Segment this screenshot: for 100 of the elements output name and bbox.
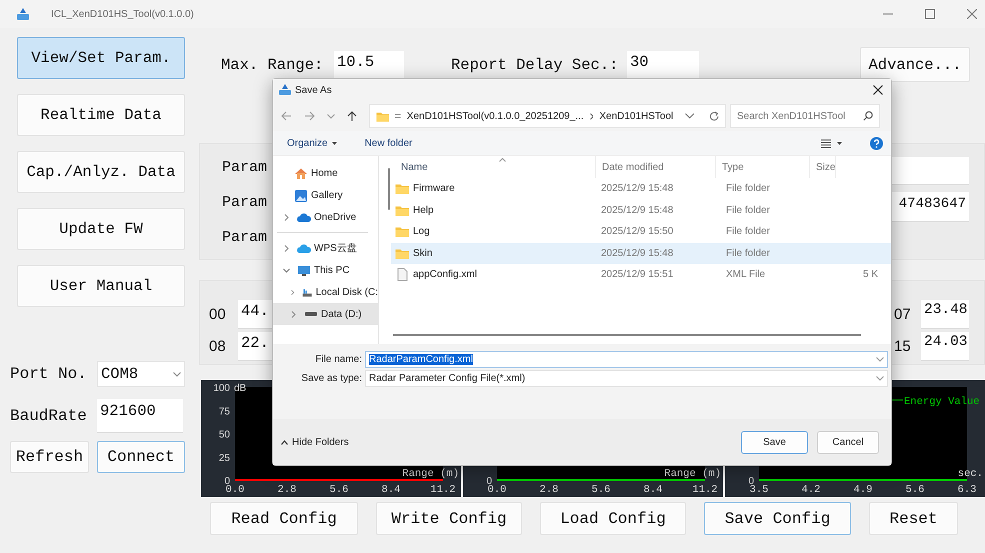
bin-index: 00	[209, 306, 227, 323]
view-list-icon	[821, 138, 831, 148]
axis-tick-label: 8.4	[382, 484, 400, 496]
energy-field[interactable]: 23.48	[921, 300, 969, 329]
axis-tick-label: 5.6	[906, 484, 924, 496]
refresh-icon	[708, 110, 719, 122]
file-name: Skin	[413, 248, 432, 259]
column-header[interactable]: Type	[716, 156, 810, 178]
port-label: Port No.	[10, 365, 88, 383]
dialog-button[interactable]: Cancel	[817, 430, 879, 454]
folder-icon	[376, 110, 390, 122]
param-field[interactable]	[891, 157, 969, 185]
nav-button[interactable]: View/Set Param.	[17, 37, 185, 79]
home-icon	[294, 166, 308, 180]
axis-tick-label: 5.6	[592, 484, 610, 496]
folder-tree-item[interactable]: Local Disk (C:	[273, 281, 378, 303]
chevron-up-icon	[281, 440, 288, 444]
cloud-icon	[297, 242, 311, 254]
search-icon	[863, 111, 873, 121]
chevron-down-icon	[876, 356, 884, 362]
column-header[interactable]: Name	[391, 156, 596, 178]
hide-folders-button[interactable]: Hide Folders	[281, 436, 349, 448]
config-button[interactable]: Save Config	[704, 502, 851, 535]
file-date: 2025/12/9 15:48	[601, 248, 674, 259]
file-date: 2025/12/9 15:50	[601, 226, 674, 238]
chevron-down-icon	[173, 372, 181, 376]
file-name: Log	[413, 226, 430, 238]
file-name-field[interactable]: RadarParamConfig.xml	[365, 350, 888, 368]
connection-button[interactable]: Connect	[97, 441, 185, 473]
file-row[interactable]: Log 2025/12/9 15:50 File folder	[391, 221, 891, 242]
save-type-dropdown[interactable]: Radar Parameter Config File(*.xml)	[365, 370, 888, 386]
file-type: File folder	[726, 226, 771, 238]
axis-tick-label: 75	[218, 406, 230, 418]
report-delay-field[interactable]: 30	[627, 50, 699, 78]
breadcrumb[interactable]: XenD101HSTool(v0.1.0.0_20251209_...	[406, 110, 584, 122]
file-row[interactable]: Help 2025/12/9 15:48 File folder	[391, 200, 891, 221]
axis-tick-label: 4.9	[854, 484, 872, 496]
energy-field[interactable]: 24.03	[921, 332, 969, 361]
axis-tick-label: 2.8	[540, 484, 558, 496]
folder-tree-item[interactable]: This PC	[273, 259, 378, 281]
folder-tree-item[interactable]: Data (D:)	[273, 303, 378, 325]
connection-button[interactable]: Refresh	[10, 441, 89, 473]
advance-button[interactable]: Advance...	[860, 47, 970, 82]
axis-tick-label: 5.6	[330, 484, 348, 496]
axis-tick-label: 50	[218, 430, 230, 440]
nav-button[interactable]: Cap./Anlyz. Data	[17, 151, 185, 193]
folder-tree-item[interactable]: Home	[273, 162, 378, 184]
report-delay-label: Report Delay Sec.:	[451, 56, 620, 74]
search-field[interactable]: Search XenD101HSTool	[730, 104, 880, 128]
config-button[interactable]: Load Config	[540, 502, 686, 535]
file-row[interactable]: Firmware 2025/12/9 15:48 File folder	[391, 178, 891, 200]
folder-icon	[395, 246, 409, 260]
organize-menu[interactable]: Organize	[287, 138, 337, 148]
param-field[interactable]: 47483647	[891, 192, 969, 222]
axis-tick-label: 3.5	[750, 484, 768, 496]
close-icon	[967, 9, 977, 19]
column-header[interactable]: Date modified	[596, 156, 716, 178]
file-type: File folder	[726, 183, 771, 194]
drive-icon	[305, 312, 317, 316]
file-name: appConfig.xml	[413, 269, 477, 280]
file-row[interactable]: Skin 2025/12/9 15:48 File folder	[391, 242, 891, 264]
port-dropdown[interactable]: COM8	[97, 361, 185, 387]
nav-button[interactable]: Realtime Data	[17, 94, 185, 136]
up-arrow-icon	[347, 110, 357, 122]
axis-title: dB	[234, 383, 246, 394]
param-label: Param	[222, 158, 268, 177]
axis-tick-label: 11.2	[692, 484, 718, 496]
config-button[interactable]: Write Config	[376, 502, 522, 535]
axis-tick-label: 25	[218, 452, 230, 464]
folder-tree-item[interactable]: OneDrive	[273, 206, 378, 228]
energy-field[interactable]: 44.	[238, 300, 272, 329]
config-button[interactable]: Read Config	[210, 502, 358, 535]
dialog-title: Save As	[295, 84, 332, 96]
max-range-label: Max. Range:	[221, 56, 324, 74]
config-button[interactable]: Reset	[869, 502, 958, 535]
bin-index: 08	[209, 338, 227, 355]
address-bar[interactable]: XenD101HSTool(v0.1.0.0_20251209_... XenD101HSTool	[369, 104, 726, 128]
column-header[interactable]: Size	[810, 156, 836, 178]
axis-tick-label: 8.4	[644, 484, 662, 496]
energy-field[interactable]: 22.	[238, 332, 272, 361]
chevron-down-icon	[327, 114, 335, 118]
breadcrumb[interactable]: XenD101HSTool	[599, 110, 674, 122]
bin-index: 07	[894, 306, 912, 323]
folder-tree-item[interactable]: Gallery	[273, 184, 378, 206]
sort-caret-icon	[499, 158, 506, 162]
axis-tick-label: 2.8	[278, 484, 296, 496]
file-row[interactable]: appConfig.xml 2025/12/9 15:51 XML File 5 K	[391, 264, 891, 286]
nav-button[interactable]: Update FW	[17, 208, 185, 250]
max-range-field[interactable]: 10.5	[334, 50, 404, 78]
baud-rate-label: BaudRate	[10, 407, 88, 425]
folder-tree-item[interactable]: WPS云盘	[273, 237, 378, 259]
file-type: File folder	[726, 248, 771, 259]
baud-rate-field[interactable]: 921600	[97, 399, 183, 433]
axis-tick-label: 6.3	[958, 484, 976, 496]
dialog-button[interactable]: Save	[741, 430, 808, 454]
new-folder-button[interactable]: New folder	[364, 138, 412, 148]
save-type-label: Save as type:	[300, 372, 363, 384]
nav-button[interactable]: User Manual	[17, 265, 185, 307]
app-logo-icon	[16, 7, 30, 21]
legend-label: Energy Value	[904, 396, 980, 408]
